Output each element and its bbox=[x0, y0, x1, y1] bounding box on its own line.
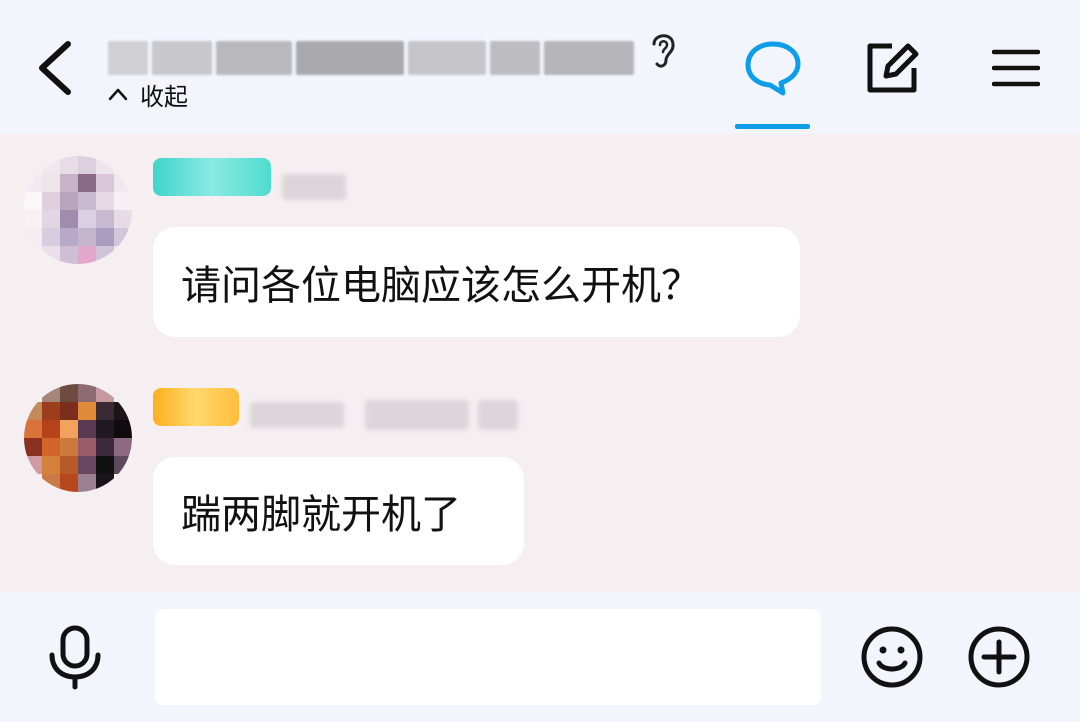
back-button[interactable] bbox=[28, 34, 80, 102]
ear-icon bbox=[652, 34, 675, 68]
microphone-icon bbox=[49, 625, 101, 690]
plus-icon bbox=[968, 626, 1030, 688]
add-button[interactable] bbox=[966, 624, 1032, 690]
edit-icon bbox=[867, 43, 919, 93]
chat-title-area[interactable]: 收起 bbox=[108, 28, 688, 118]
chevron-left-icon bbox=[39, 41, 71, 95]
emoji-icon bbox=[861, 626, 923, 688]
voice-button[interactable] bbox=[40, 620, 110, 696]
sender-title bbox=[365, 400, 469, 430]
chat-header: 收起 bbox=[0, 0, 1080, 134]
chat-title bbox=[108, 36, 636, 80]
sender-tag bbox=[478, 400, 518, 430]
tab-chat[interactable] bbox=[735, 30, 811, 106]
edit-button[interactable] bbox=[854, 30, 930, 106]
chat-bubble-icon bbox=[745, 41, 801, 96]
sender-name bbox=[250, 402, 344, 428]
chevron-up-icon bbox=[108, 88, 128, 101]
menu-icon bbox=[992, 49, 1040, 87]
menu-button[interactable] bbox=[978, 30, 1054, 106]
sender-name bbox=[282, 174, 346, 200]
collapse-toggle[interactable]: 收起 bbox=[108, 78, 188, 111]
message-bubble[interactable]: 请问各位电脑应该怎么开机？ bbox=[153, 227, 800, 337]
composer-bar bbox=[0, 592, 1080, 722]
avatar[interactable] bbox=[24, 156, 132, 264]
message-input[interactable] bbox=[155, 609, 821, 705]
active-tab-indicator bbox=[735, 124, 810, 129]
avatar[interactable] bbox=[24, 384, 132, 492]
member-level-badge bbox=[153, 158, 271, 196]
message-bubble[interactable]: 踹两脚就开机了 bbox=[153, 457, 524, 565]
member-level-badge bbox=[153, 388, 239, 426]
collapse-label: 收起 bbox=[140, 82, 188, 111]
emoji-button[interactable] bbox=[859, 624, 925, 690]
